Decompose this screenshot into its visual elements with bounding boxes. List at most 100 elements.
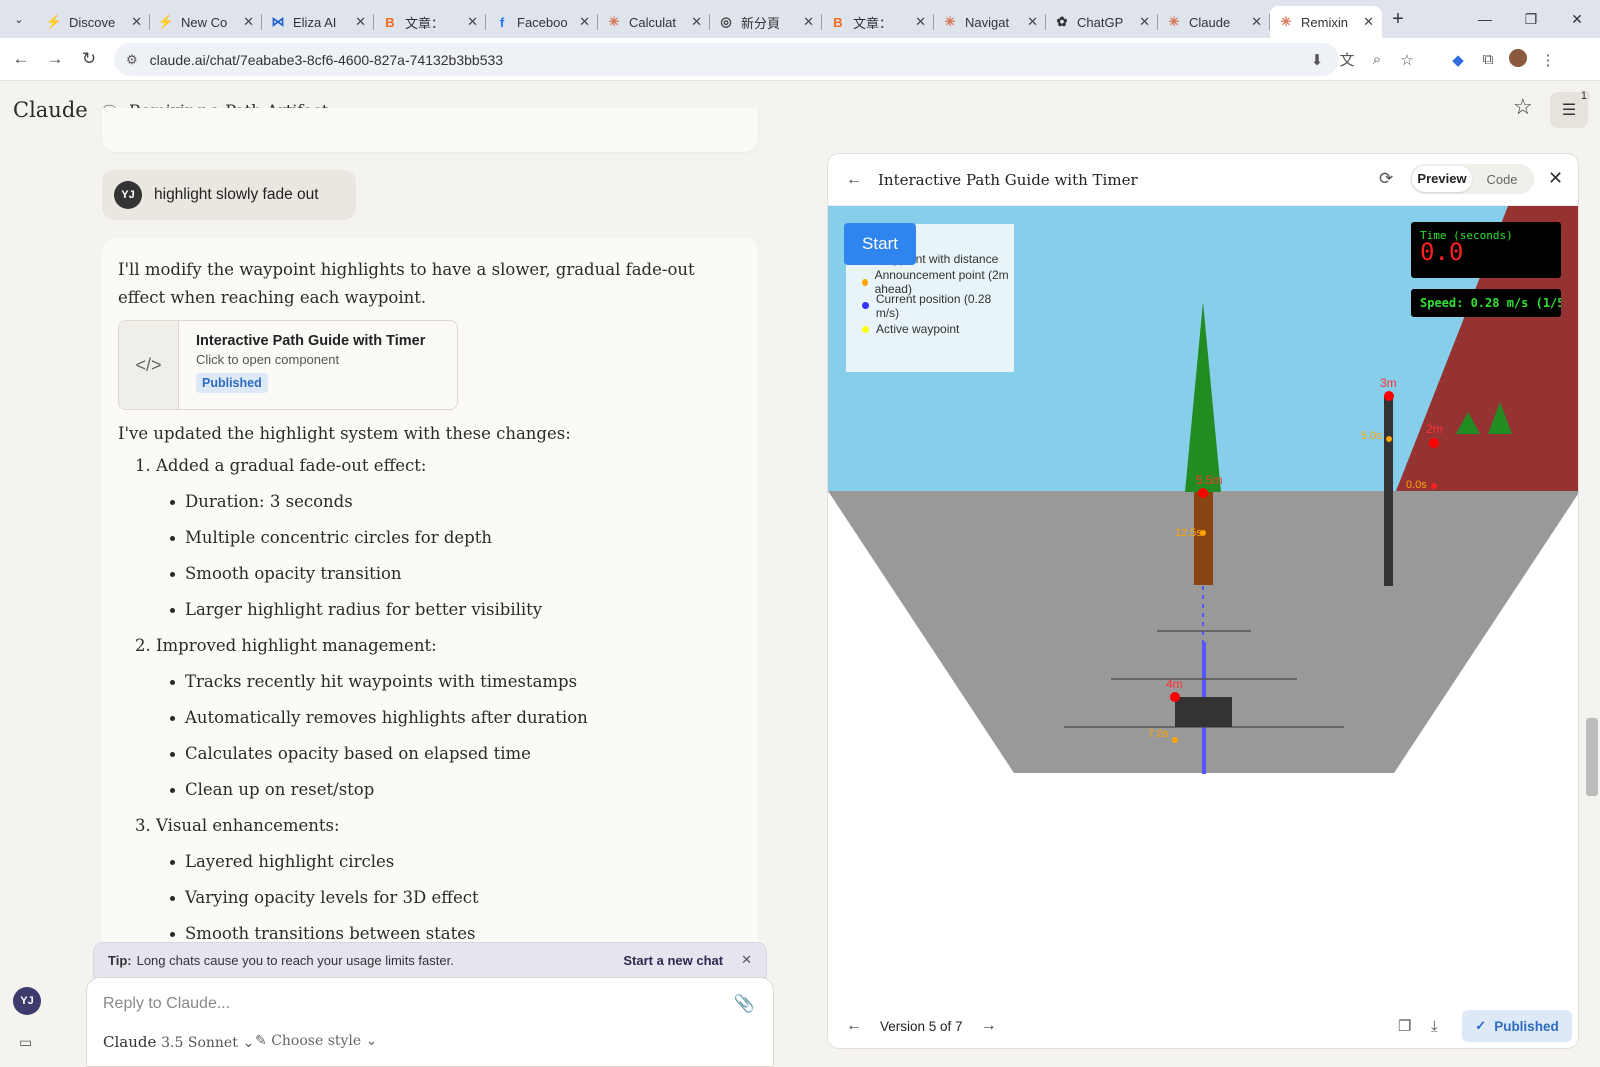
panel-back-arrow-icon[interactable]: ← <box>846 171 862 189</box>
announce-4 <box>1172 737 1178 743</box>
bookmark-star-icon[interactable]: ☆ <box>1392 51 1422 69</box>
announce-1-label: 12.5s <box>1175 527 1202 539</box>
tab-close-icon[interactable]: ✕ <box>803 14 814 30</box>
tab-close-icon[interactable]: ✕ <box>1027 14 1038 30</box>
browser-tab[interactable]: ✳ Remixin ✕ <box>1270 6 1382 38</box>
step-item: Automatically removes highlights after d… <box>170 706 742 730</box>
browser-tab[interactable]: ⚡ New Co ✕ <box>150 6 262 38</box>
browser-tab[interactable]: ✳ Navigat ✕ <box>934 6 1046 38</box>
star-icon[interactable]: ☆ <box>1513 94 1533 120</box>
tab-code[interactable]: Code <box>1472 172 1532 187</box>
previous-version-arrow-icon[interactable]: ← <box>846 1017 862 1035</box>
browser-tab[interactable]: ✿ ChatGP ✕ <box>1046 6 1158 38</box>
browser-tab[interactable]: ✳ Claude ✕ <box>1158 6 1270 38</box>
tab-close-icon[interactable]: ✕ <box>467 14 478 30</box>
assistant-summary: I've updated the highlight system with t… <box>118 424 571 443</box>
download-icon[interactable]: ⤓ <box>1431 1018 1438 1035</box>
chrome-icon: ◎ <box>720 14 732 29</box>
address-bar-row: ← → ↻ ⚙ claude.ai/chat/7eababe3-8cf6-460… <box>0 38 1600 81</box>
tab-close-icon[interactable]: ✕ <box>131 14 142 30</box>
preview-code-toggle: Preview Code <box>1410 164 1534 194</box>
browser-tab[interactable]: B 文章： ✕ <box>374 6 486 38</box>
reply-composer[interactable]: Reply to Claude... 📎 Claude 3.5 Sonnet ⌄… <box>86 977 774 1067</box>
waypoint-2 <box>1384 391 1394 401</box>
browser-tab[interactable]: ⋈ Eliza AI ✕ <box>262 6 374 38</box>
restore-icon[interactable]: ❐ <box>1508 0 1554 38</box>
step-item: Tracks recently hit waypoints with times… <box>170 670 742 694</box>
change-list: 1. Added a gradual fade-out effect: Durat… <box>118 454 742 946</box>
sidebar-toggle-icon[interactable]: ▭ <box>19 1034 32 1051</box>
install-app-icon[interactable]: ⬇ <box>1302 51 1332 69</box>
tab-title: 文章： <box>405 15 445 31</box>
page-scrollbar[interactable] <box>1586 718 1598 796</box>
user-avatar: YJ <box>114 181 142 209</box>
claude-icon: ✳ <box>1280 14 1292 29</box>
back-arrow-icon[interactable]: ← <box>4 49 38 69</box>
browser-tab[interactable]: f Faceboo ✕ <box>486 6 598 38</box>
paperclip-icon[interactable]: 📎 <box>734 994 755 1014</box>
tab-close-icon[interactable]: ✕ <box>691 14 702 30</box>
url-field[interactable]: ⚙ claude.ai/chat/7eababe3-8cf6-4600-827a… <box>114 43 1339 76</box>
start-button[interactable]: Start <box>844 223 916 265</box>
forward-arrow-icon[interactable]: → <box>38 49 72 69</box>
chat-controls-button[interactable]: ☰ 1 <box>1550 90 1590 128</box>
reload-icon[interactable]: ↻ <box>72 49 106 69</box>
tab-close-icon[interactable]: ✕ <box>355 14 366 30</box>
waypoint-3 <box>1429 438 1439 448</box>
tab-title: Discove <box>69 14 116 30</box>
artifact-card[interactable]: </> Interactive Path Guide with Timer Cl… <box>118 320 458 410</box>
next-version-arrow-icon[interactable]: → <box>981 1017 997 1035</box>
artifact-panel-header: ← Interactive Path Guide with Timer ⟳ Pr… <box>828 154 1578 206</box>
model-selector[interactable]: Claude 3.5 Sonnet ⌄ <box>103 1033 254 1051</box>
start-new-chat-link[interactable]: Start a new chat <box>623 953 723 968</box>
tab-close-icon[interactable]: ✕ <box>915 14 926 30</box>
tab-search-menu-icon[interactable]: ⌄ <box>0 0 38 38</box>
close-tip-icon[interactable]: ✕ <box>741 952 752 968</box>
minimize-icon[interactable]: — <box>1462 0 1508 38</box>
step-title: 3. Visual enhancements: <box>135 816 340 835</box>
legend-label: Current position (0.28 m/s) <box>875 291 992 320</box>
tab-preview[interactable]: Preview <box>1412 166 1472 192</box>
extension-icon-blue[interactable]: ◆ <box>1443 51 1473 69</box>
timer-display: Time (seconds) 0.0 <box>1411 222 1561 278</box>
change-step: 3. Visual enhancements: Layered highlight… <box>135 814 742 946</box>
assistant-message: I'll modify the waypoint highlights to h… <box>102 238 758 950</box>
style-label: Choose style <box>271 1033 362 1049</box>
extensions-puzzle-icon[interactable]: ⧉ <box>1473 51 1503 68</box>
legend-dot <box>862 325 869 333</box>
tab-close-icon[interactable]: ✕ <box>579 14 590 30</box>
announce-3-label: 0.0s <box>1406 479 1427 491</box>
browser-tab[interactable]: ◎ 新分頁 ✕ <box>710 6 822 38</box>
artifact-title: Interactive Path Guide with Timer <box>878 170 1138 189</box>
profile-avatar-icon[interactable] <box>1503 48 1533 71</box>
lightning-icon: ⚡ <box>45 14 63 29</box>
translate-icon[interactable]: 文 <box>1332 49 1362 70</box>
refresh-icon[interactable]: ⟳ <box>1379 169 1393 189</box>
close-window-icon[interactable]: ✕ <box>1554 0 1600 38</box>
legend-dot <box>862 302 869 310</box>
tab-close-icon[interactable]: ✕ <box>1139 14 1150 30</box>
tab-close-icon[interactable]: ✕ <box>1251 14 1262 30</box>
step-item: Varying opacity levels for 3D effect <box>170 886 742 910</box>
style-selector[interactable]: ✎ Choose style ⌄ <box>255 1033 377 1049</box>
reply-input[interactable]: Reply to Claude... <box>103 995 230 1013</box>
copy-icon[interactable]: ❐ <box>1398 1017 1411 1035</box>
browser-menu-icon[interactable]: ⋮ <box>1533 51 1563 69</box>
browser-tab[interactable]: ⚡ Discove ✕ <box>38 6 150 38</box>
new-tab-button[interactable]: + <box>1382 8 1414 31</box>
style-brush-icon: ✎ <box>255 1033 267 1049</box>
model-name: Claude <box>103 1033 157 1051</box>
style-chevron-icon: ⌄ <box>365 1033 378 1049</box>
browser-tab[interactable]: ✳ Calculat ✕ <box>598 6 710 38</box>
toolbar-icons: ◆ ⧉ ⋮ <box>1443 38 1563 81</box>
browser-tab[interactable]: B 文章： ✕ <box>822 6 934 38</box>
zoom-icon[interactable]: ⌕ <box>1362 51 1392 68</box>
published-button[interactable]: ✓ Published <box>1462 1010 1572 1042</box>
step-item: Smooth opacity transition <box>170 562 742 586</box>
close-panel-icon[interactable]: ✕ <box>1548 168 1563 189</box>
sidebar-user-avatar[interactable]: YJ <box>13 987 41 1015</box>
tab-close-icon[interactable]: ✕ <box>243 14 254 30</box>
site-settings-icon[interactable]: ⚙ <box>126 52 138 68</box>
tab-close-icon[interactable]: ✕ <box>1363 14 1374 30</box>
claude-logo[interactable]: Claude <box>13 98 88 122</box>
